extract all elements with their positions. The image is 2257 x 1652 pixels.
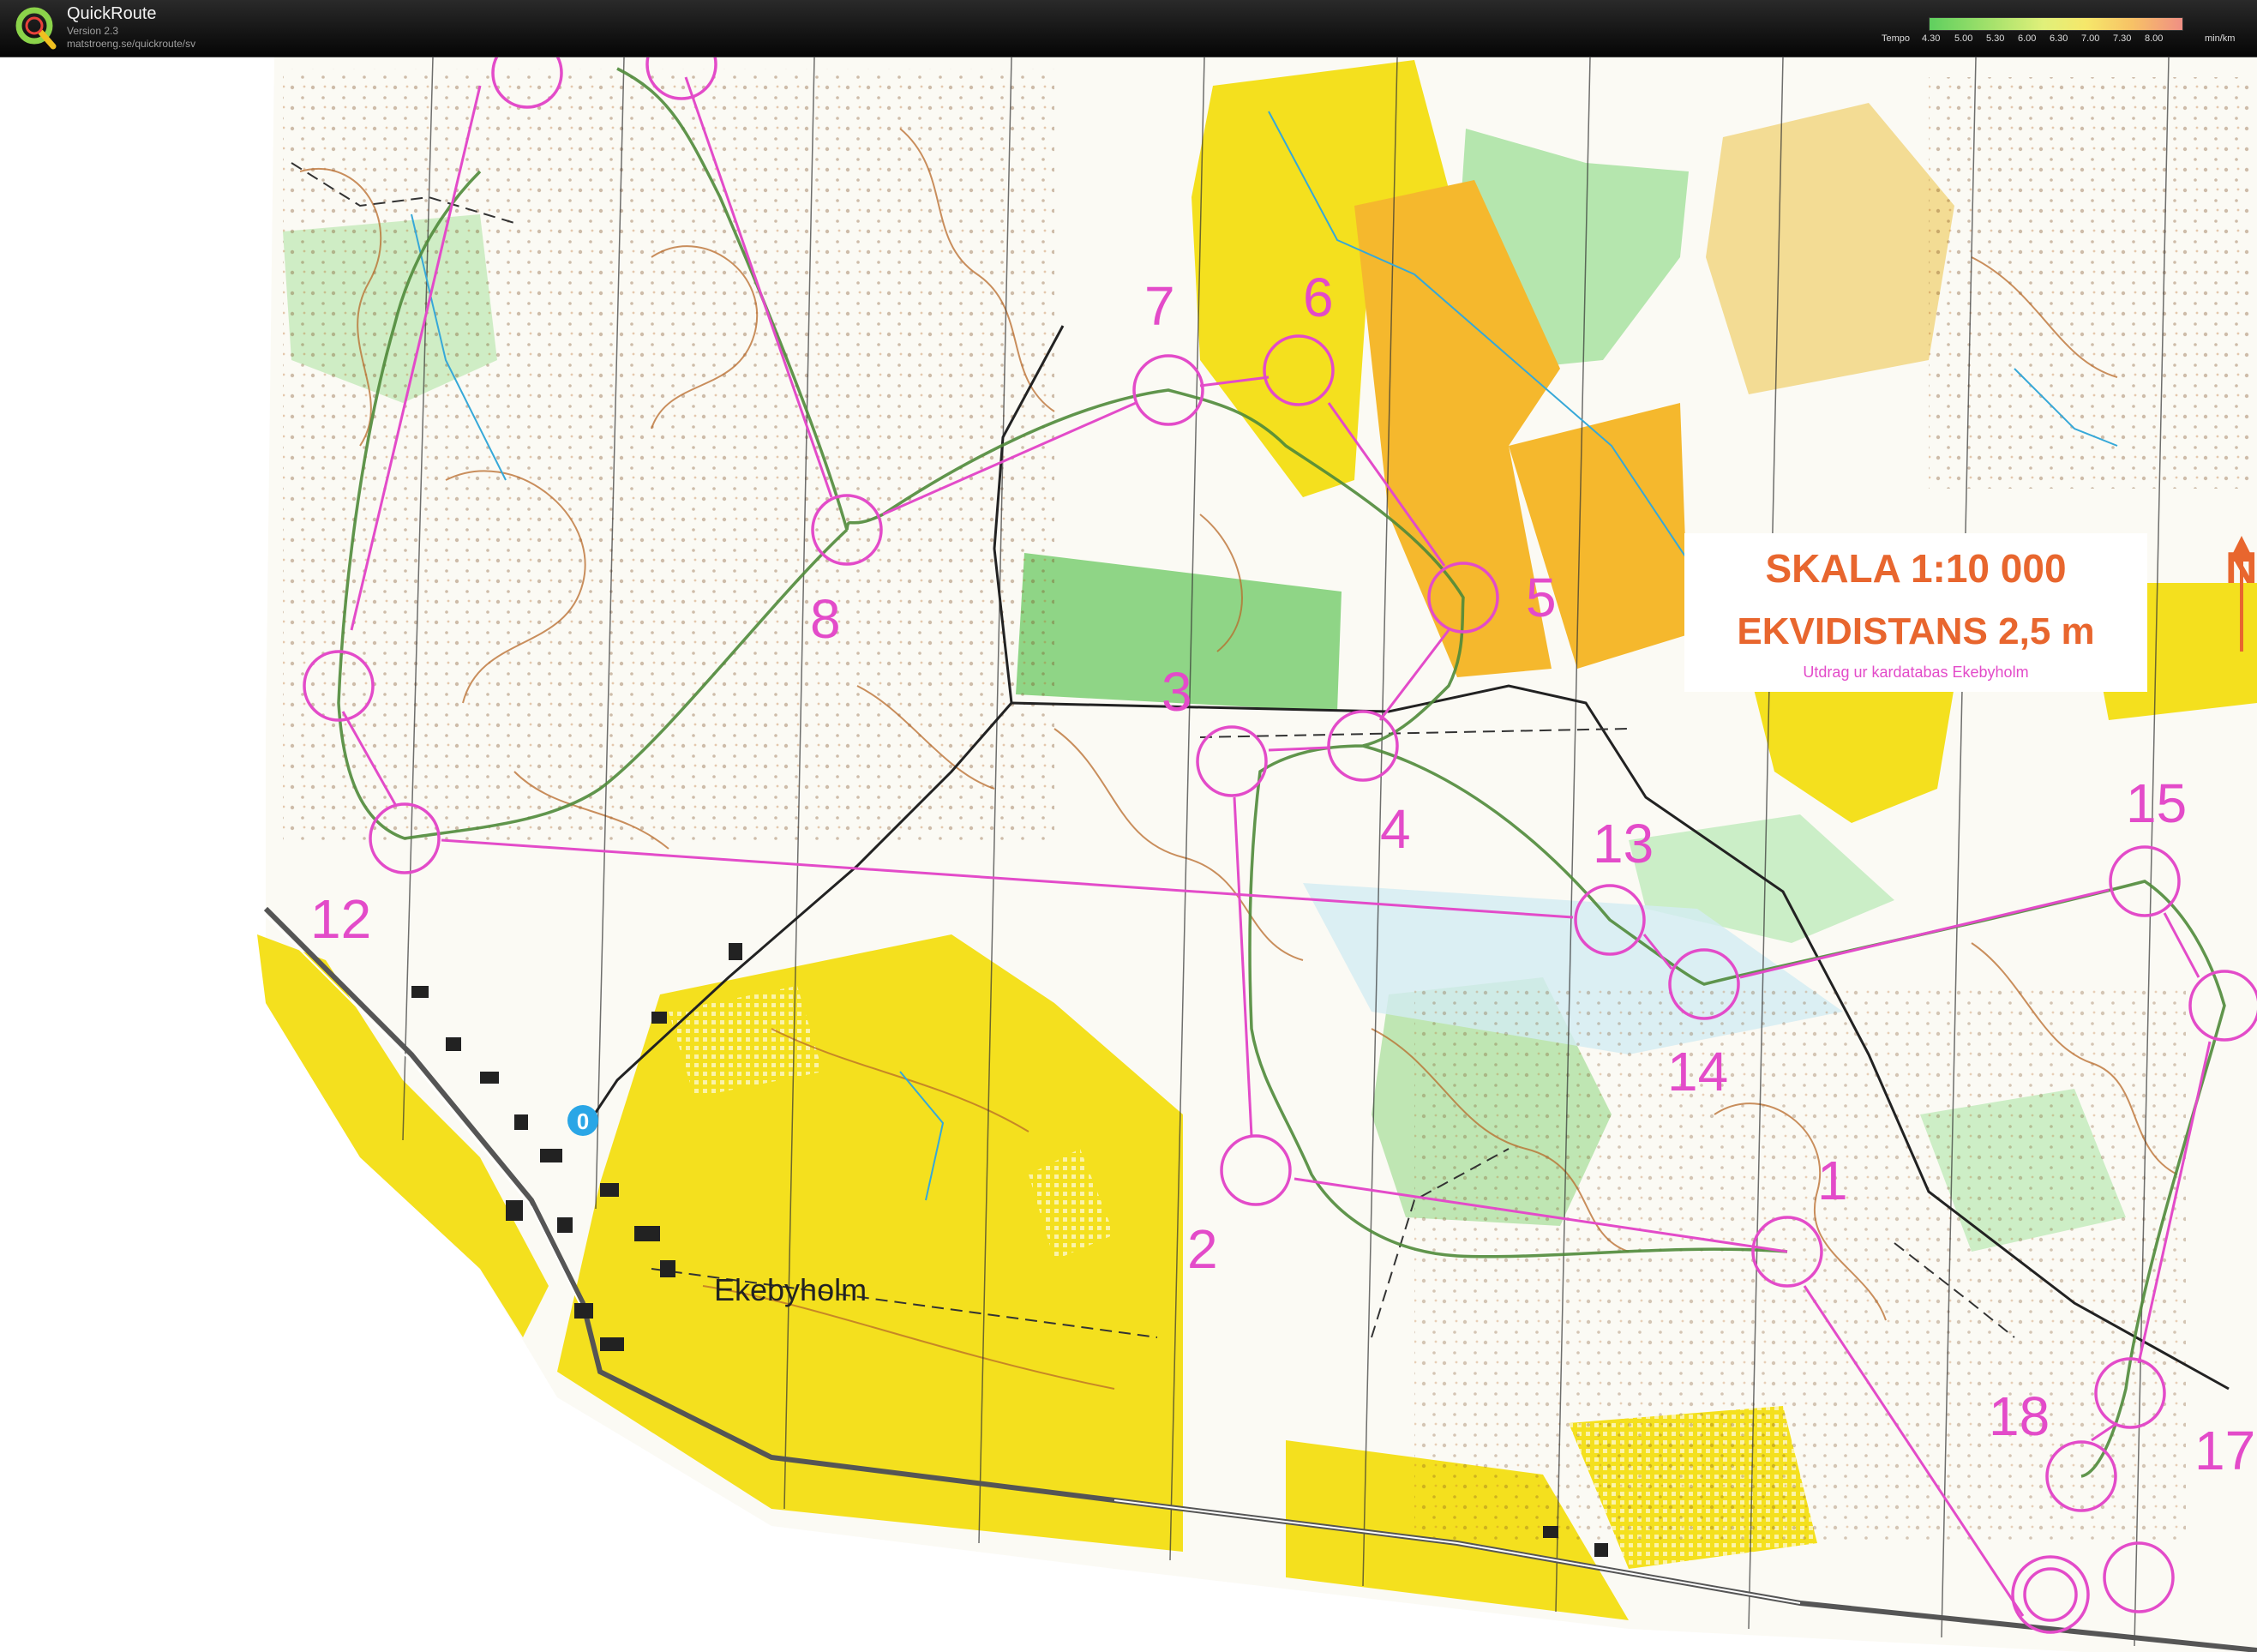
tempo-legend: Tempo 4.30 5.00 5.30 6.00 6.30 7.00 7.30… — [1877, 15, 2254, 50]
legend-tick: 4.30 — [1922, 33, 1941, 44]
legend-tick: 5.30 — [1986, 33, 2005, 44]
control-number: 18 — [1989, 1385, 2050, 1447]
control-number: 15 — [2126, 772, 2188, 834]
boulder-field — [1929, 77, 2254, 489]
control-number: 3 — [1162, 661, 1192, 723]
legend-tick: 5.00 — [1954, 33, 1973, 44]
control-number: 2 — [1187, 1218, 1218, 1280]
control-number: 14 — [1667, 1041, 1729, 1102]
control-number: 4 — [1380, 798, 1411, 860]
control-number: 1 — [1817, 1150, 1848, 1211]
control-number: 17 — [2194, 1420, 2256, 1481]
scale-title: SKALA 1:10 000 — [1765, 546, 2067, 591]
legend-title: Tempo — [1882, 33, 1911, 44]
control-number: 8 — [810, 588, 841, 650]
source-note: Utdrag ur kardatabas Ekebyholm — [1803, 664, 2029, 681]
legend-tick: 7.30 — [2113, 33, 2132, 44]
orienteering-map[interactable]: 0 1 2 3 4 5 6 7 8 12 13 14 15 17 18 Ekeb… — [0, 57, 2257, 1652]
map-legend-box: SKALA 1:10 000 EKVIDISTANS 2,5 m Utdrag … — [1684, 533, 2147, 692]
legend-tick: 6.00 — [2018, 33, 2037, 44]
legend-tick: 8.00 — [2145, 33, 2164, 44]
north-letter: N — [2225, 544, 2257, 593]
place-name: Ekebyholm — [714, 1272, 867, 1307]
control-number: 12 — [310, 888, 372, 950]
quickroute-window: QuickRoute Version 2.3 matstroeng.se/qui… — [0, 0, 2257, 1652]
app-title: QuickRoute — [67, 4, 157, 23]
tempo-color-bar — [1929, 17, 2183, 31]
control-number: 6 — [1303, 267, 1334, 328]
legend-tick: 6.30 — [2050, 33, 2068, 44]
title-bar: QuickRoute Version 2.3 matstroeng.se/qui… — [0, 0, 2257, 57]
quickroute-logo-icon — [15, 7, 57, 50]
app-version: Version 2.3 — [67, 25, 119, 37]
parking-symbol: 0 — [577, 1108, 589, 1134]
app-url: matstroeng.se/quickroute/sv — [67, 38, 196, 50]
map-canvas[interactable]: 0 — [0, 57, 2257, 1652]
legend-unit: min/km — [2205, 33, 2236, 44]
control-number: 5 — [1526, 567, 1557, 628]
control-number: 13 — [1593, 813, 1654, 874]
control-number: 7 — [1144, 275, 1175, 337]
contour-interval: EKVIDISTANS 2,5 m — [1737, 610, 2095, 652]
legend-tick: 7.00 — [2081, 33, 2100, 44]
boulder-field — [1414, 986, 2186, 1543]
